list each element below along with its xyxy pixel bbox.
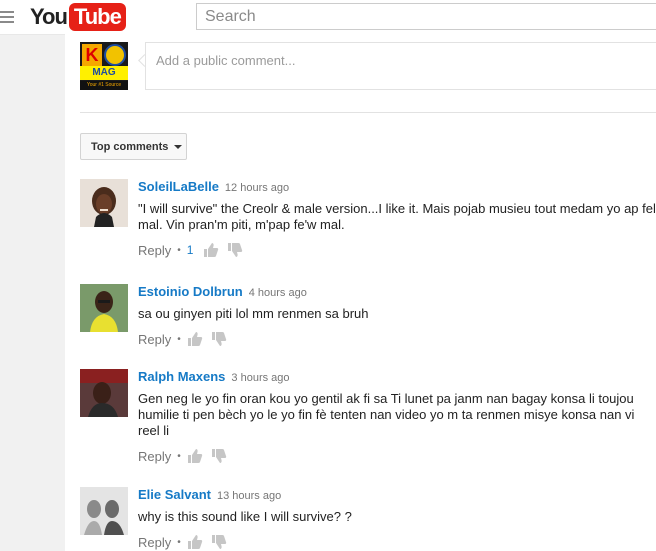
comments-section: K MAG Your #1 Source Top comments Soleil…: [65, 34, 656, 551]
comment-text: "I will survive" the Creolr & male versi…: [138, 201, 656, 232]
separator-dot: •: [177, 450, 181, 462]
separator-dot: •: [177, 536, 181, 548]
logo-you-text: You: [30, 4, 68, 29]
comment-author-link[interactable]: Estoinio Dolbrun: [138, 284, 243, 299]
comment-box[interactable]: [145, 42, 656, 90]
comment-timestamp[interactable]: 12 hours ago: [225, 182, 289, 194]
sort-label: Top comments: [91, 140, 169, 153]
comment-timestamp[interactable]: 3 hours ago: [231, 372, 289, 384]
comment-avatar[interactable]: [80, 369, 128, 417]
chevron-down-icon: [174, 144, 183, 149]
separator-dot: •: [177, 333, 181, 345]
comment-author-link[interactable]: Ralph Maxens: [138, 369, 225, 384]
comment-author-link[interactable]: SoleilLaBelle: [138, 179, 219, 194]
comment-avatar[interactable]: [80, 284, 128, 332]
comment-text: Gen neg le yo fin oran kou yo gentil ak …: [138, 391, 635, 438]
like-count: 1: [186, 243, 194, 257]
thumbs-up-icon[interactable]: [203, 242, 219, 258]
masthead: You Tube: [0, 0, 656, 35]
my-channel-avatar: K MAG Your #1 Source: [80, 42, 128, 90]
youtube-logo[interactable]: You Tube: [30, 3, 126, 31]
thumbs-down-icon[interactable]: [211, 534, 227, 550]
thumbs-down-icon[interactable]: [211, 331, 227, 347]
thumbs-up-icon[interactable]: [187, 448, 203, 464]
avatar-letter: K: [82, 44, 102, 66]
comment-author-link[interactable]: Elie Salvant: [138, 487, 211, 502]
avatar-globe-icon: [104, 44, 126, 66]
avatar-text: MAG: [80, 66, 128, 80]
comment-text: sa ou ginyen piti lol mm renmen sa bruh: [138, 306, 369, 321]
avatar-subtext: Your #1 Source: [80, 81, 128, 90]
guide-menu-icon[interactable]: [0, 8, 14, 26]
comment-timestamp[interactable]: 4 hours ago: [249, 287, 307, 299]
comment-input[interactable]: [146, 43, 656, 89]
reply-button[interactable]: Reply: [138, 332, 171, 347]
search-box[interactable]: [196, 3, 656, 30]
section-divider: [80, 112, 656, 113]
thumbs-up-icon[interactable]: [187, 534, 203, 550]
reply-button[interactable]: Reply: [138, 449, 171, 464]
separator-dot: •: [177, 244, 181, 256]
reply-button[interactable]: Reply: [138, 243, 171, 258]
comment-avatar[interactable]: [80, 487, 128, 535]
thumbs-down-icon[interactable]: [227, 242, 243, 258]
thumbs-up-icon[interactable]: [187, 331, 203, 347]
thumbs-down-icon[interactable]: [211, 448, 227, 464]
sort-comments-button[interactable]: Top comments: [80, 133, 187, 160]
reply-button[interactable]: Reply: [138, 535, 171, 550]
comment-avatar[interactable]: [80, 179, 128, 227]
logo-tube-text: Tube: [68, 3, 126, 31]
comment-text: why is this sound like I will survive? ?: [138, 509, 352, 524]
search-input[interactable]: [197, 4, 656, 29]
comment-timestamp[interactable]: 13 hours ago: [217, 490, 281, 502]
